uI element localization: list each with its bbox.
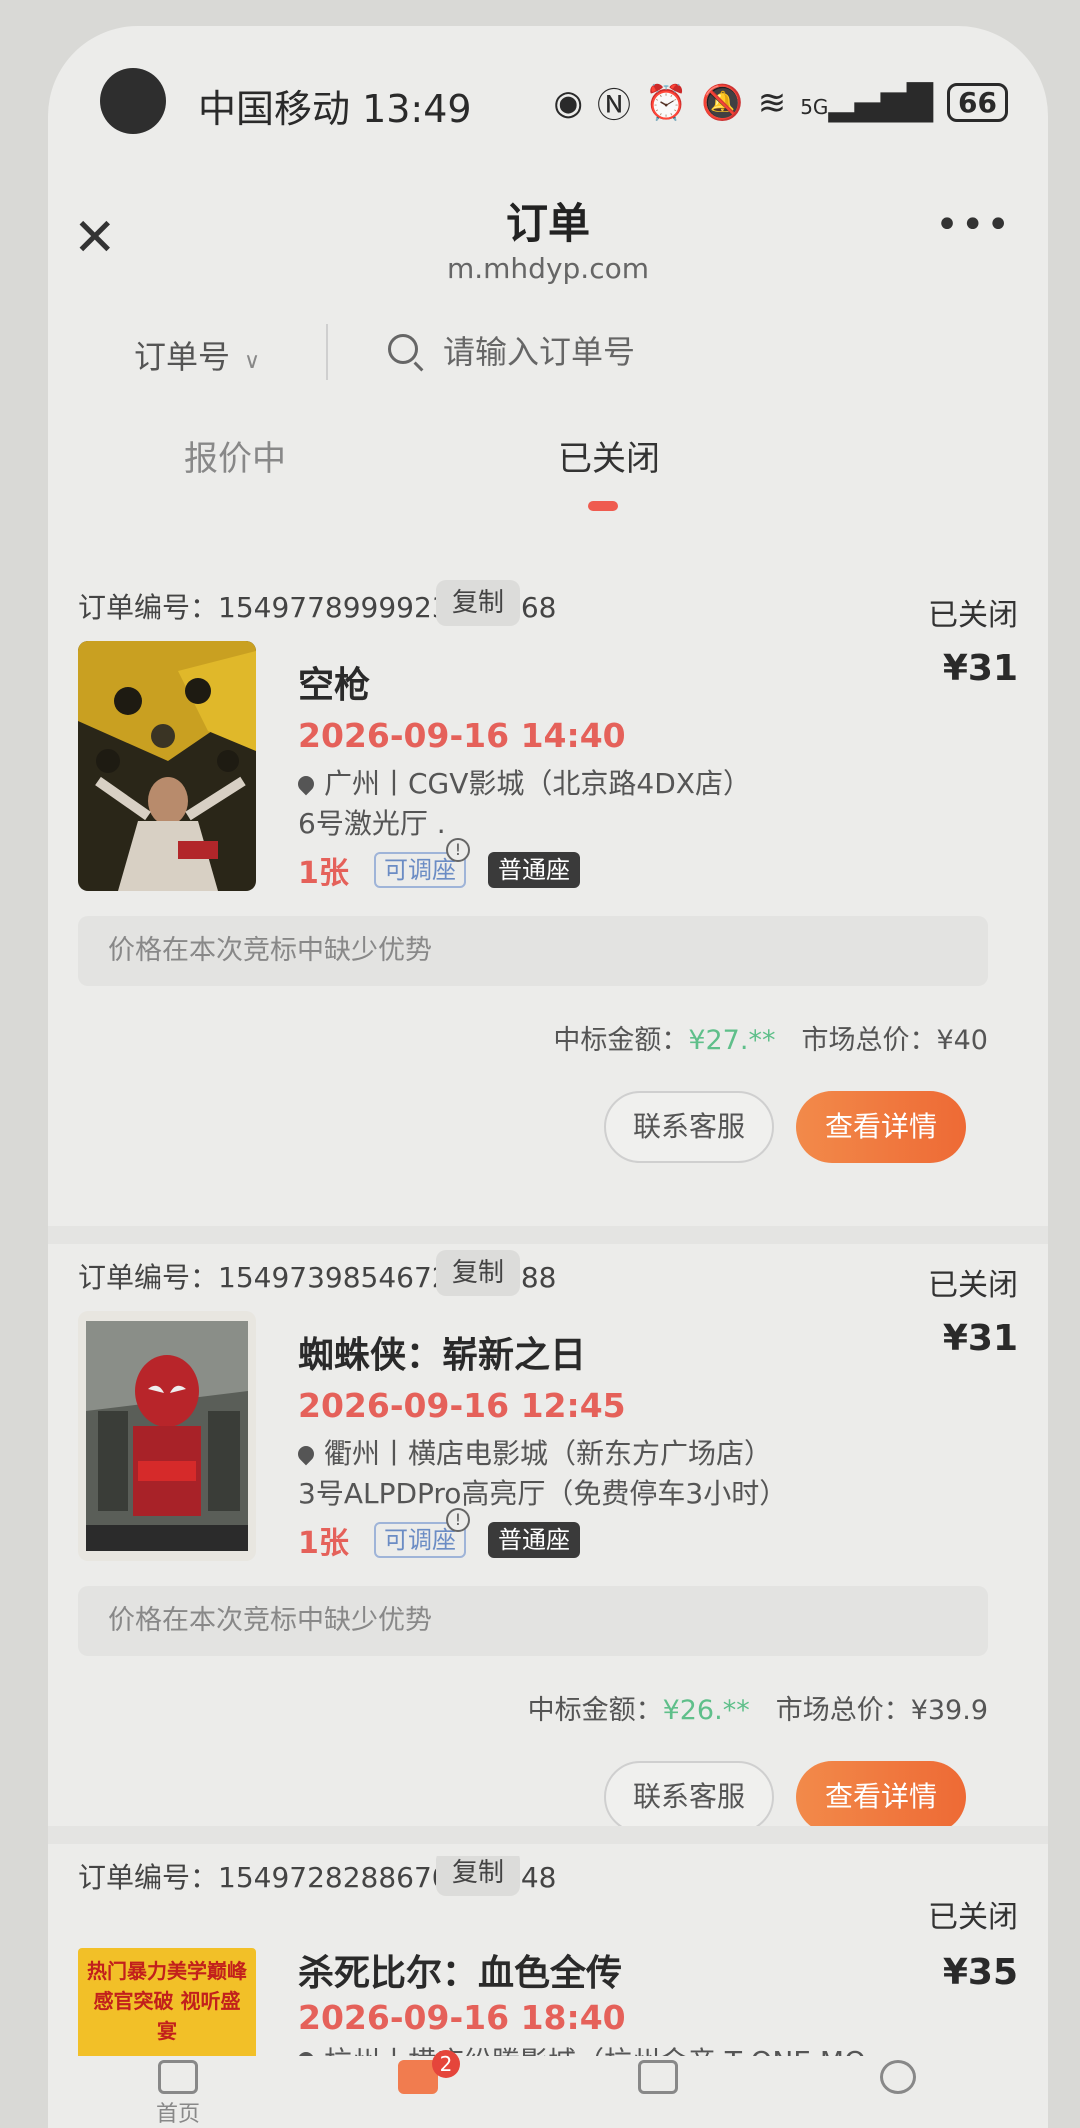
order-card: 订单编号：1549728288670363648 复制 已关闭 热门暴力美学巅峰…	[48, 1856, 1048, 2056]
list-icon	[638, 2060, 678, 2094]
contact-service-button[interactable]: 联系客服	[604, 1091, 774, 1163]
search-filter-select[interactable]: 订单号 ∨	[134, 332, 260, 378]
wifi-icon: ≋	[757, 82, 787, 123]
show-time: 2026-09-16 18:40	[298, 1998, 626, 2037]
chevron-down-icon: ∨	[244, 349, 261, 374]
search-input[interactable]	[443, 330, 963, 374]
win-label: 中标金额：	[527, 1695, 663, 1726]
status-icons: ◉ Ⓝ ⏰ 🔕 ≋ 5G▂▄▆█ 66	[553, 78, 1008, 127]
page-title: 订单	[505, 199, 590, 248]
home-icon	[158, 2060, 198, 2094]
market-amount: ¥40	[936, 1025, 988, 1056]
card-separator	[48, 1226, 1048, 1244]
order-status: 已关闭	[928, 598, 1018, 633]
nav-profile[interactable]	[818, 2060, 978, 2094]
copy-button[interactable]: 复制	[436, 580, 521, 626]
nav-home-label: 首页	[155, 2102, 200, 2127]
view-details-button[interactable]: 查看详情	[796, 1091, 966, 1163]
movie-title: 蜘蛛侠：崭新之日	[298, 1335, 587, 1376]
market-amount: ¥39.9	[910, 1695, 988, 1726]
cinema-location: 杭州丨横店纷腾影城（杭州金帝 T-ONE MO	[324, 2040, 866, 2056]
show-time: 2026-09-16 12:45	[298, 1386, 626, 1425]
phone-screen: 中国移动 13:49 ◉ Ⓝ ⏰ 🔕 ≋ 5G▂▄▆█ 66 ✕ 订单 m.mh…	[48, 26, 1048, 2128]
nfc-icon: Ⓝ	[597, 86, 632, 126]
contact-service-button[interactable]: 联系客服	[604, 1761, 774, 1833]
battery-icon: 66	[947, 83, 1008, 122]
order-price: ¥31	[942, 648, 1018, 689]
search-icon	[388, 334, 418, 364]
movie-poster[interactable]	[78, 1311, 256, 1561]
location-pin-icon	[294, 772, 318, 796]
alarm-icon: ⏰	[645, 82, 688, 123]
bid-notice: 价格在本次竞标中缺少优势	[78, 1586, 988, 1656]
tab-active-indicator	[588, 501, 618, 511]
price-summary: 中标金额：¥26.** 市场总价：¥39.9	[528, 1688, 988, 1727]
seat-type-tag: 普通座	[488, 1522, 580, 1558]
nav-list[interactable]	[578, 2060, 738, 2094]
order-price: ¥31	[942, 1318, 1018, 1359]
search-bar: 订单号 ∨	[48, 316, 1048, 396]
order-status: 已关闭	[928, 1900, 1018, 1935]
divider	[326, 324, 328, 380]
mute-icon: 🔕	[701, 82, 744, 123]
profile-icon	[880, 2060, 916, 2094]
movie-poster[interactable]: 热门暴力美学巅峰 感官突破 视听盛宴	[78, 1948, 256, 2056]
bid-notice: 价格在本次竞标中缺少优势	[78, 916, 988, 986]
tab-quoting[interactable]: 报价中	[184, 431, 286, 480]
cinema-location: 衢州丨横店电影城（新东方广场店）	[324, 1437, 773, 1470]
order-tabs: 报价中 已关闭	[48, 431, 1048, 521]
search-filter-label: 订单号	[134, 338, 231, 376]
win-label: 中标金额：	[553, 1025, 689, 1056]
hall-name: 6号激光厅 .	[298, 807, 446, 840]
cinema-location: 广州丨CGV影城（北京路4DX店）	[324, 767, 751, 800]
order-card: 订单编号：1549778999923847168 复制 已关闭 空枪 ¥31 2…	[48, 580, 1048, 1226]
copy-button[interactable]: 复制	[436, 1856, 521, 1896]
info-icon[interactable]: !	[446, 1508, 470, 1532]
bottom-nav: 首页 2	[48, 2050, 1048, 2128]
nav-orders[interactable]: 2	[338, 2050, 498, 2094]
info-icon[interactable]: !	[446, 838, 470, 862]
status-bar: 中国移动 13:49 ◉ Ⓝ ⏰ 🔕 ≋ 5G▂▄▆█ 66	[48, 66, 1048, 136]
copy-button[interactable]: 复制	[436, 1250, 521, 1296]
location-pin-icon	[294, 1442, 318, 1466]
more-icon[interactable]: •••	[935, 202, 1012, 248]
win-amount: ¥27.**	[688, 1025, 776, 1056]
camera-cutout	[100, 68, 166, 134]
carrier-time: 中国移动 13:49	[198, 87, 472, 131]
movie-title: 空枪	[298, 665, 371, 706]
movie-title: 杀死比尔：血色全传	[298, 1953, 623, 1994]
hall-name: 3号ALPDPro高亮厅（免费停车3小时）	[298, 1477, 788, 1510]
market-label: 市场总价：	[801, 1025, 937, 1056]
signal-icon: 5G▂▄▆█	[800, 82, 934, 123]
movie-poster[interactable]	[78, 641, 256, 891]
seat-type-tag: 普通座	[488, 852, 580, 888]
win-amount: ¥26.**	[662, 1695, 750, 1726]
eye-icon: ◉	[553, 82, 584, 123]
poster-text: 热门暴力美学巅峰 感官突破 视听盛宴	[87, 1959, 247, 2043]
order-card: 订单编号：1549739854672703488 复制 已关闭 蜘蛛侠：崭新之日…	[48, 1250, 1048, 1896]
ticket-quantity: 1张	[298, 1526, 349, 1561]
card-separator	[48, 1826, 1048, 1844]
order-price: ¥35	[942, 1952, 1018, 1993]
market-label: 市场总价：	[775, 1695, 911, 1726]
order-status: 已关闭	[928, 1268, 1018, 1303]
view-details-button[interactable]: 查看详情	[796, 1761, 966, 1833]
nav-home[interactable]: 首页	[98, 2060, 258, 2128]
show-time: 2026-09-16 14:40	[298, 716, 626, 755]
tab-closed[interactable]: 已关闭	[558, 431, 660, 480]
page-header: ✕ 订单 m.mhdyp.com •••	[48, 146, 1048, 296]
page-url: m.mhdyp.com	[446, 252, 649, 285]
ticket-quantity: 1张	[298, 856, 349, 891]
price-summary: 中标金额：¥27.** 市场总价：¥40	[553, 1018, 988, 1057]
location-pin-icon	[294, 2048, 318, 2056]
orders-badge: 2	[432, 2050, 460, 2078]
